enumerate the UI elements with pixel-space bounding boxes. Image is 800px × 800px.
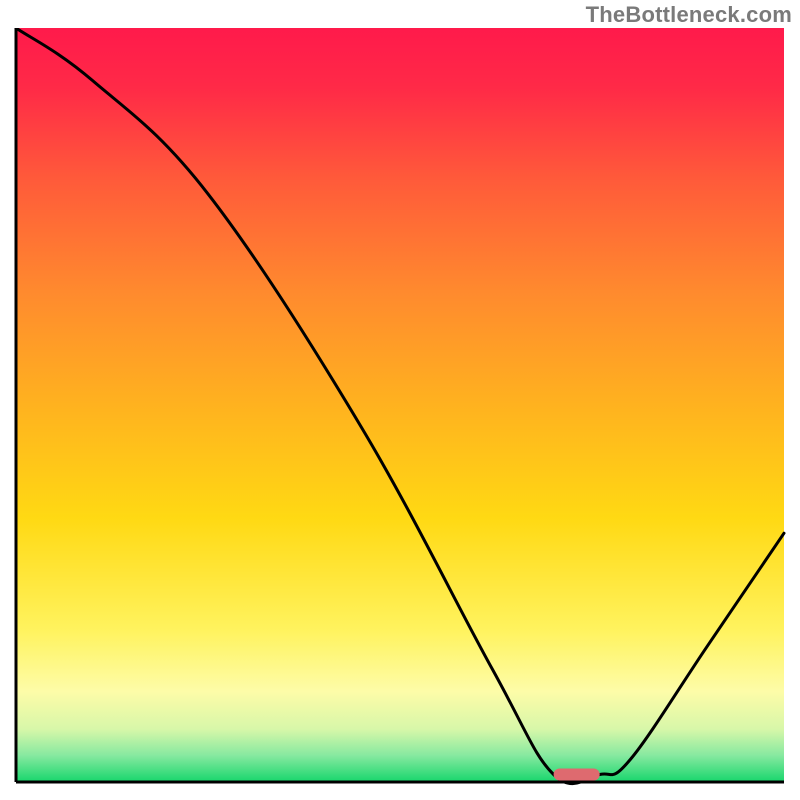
watermark-text: TheBottleneck.com (586, 2, 792, 28)
chart-stage: TheBottleneck.com (0, 0, 800, 800)
bottleneck-chart (14, 28, 786, 786)
chart-frame (14, 28, 786, 786)
optimal-marker (554, 769, 600, 781)
plot-background (16, 28, 784, 782)
